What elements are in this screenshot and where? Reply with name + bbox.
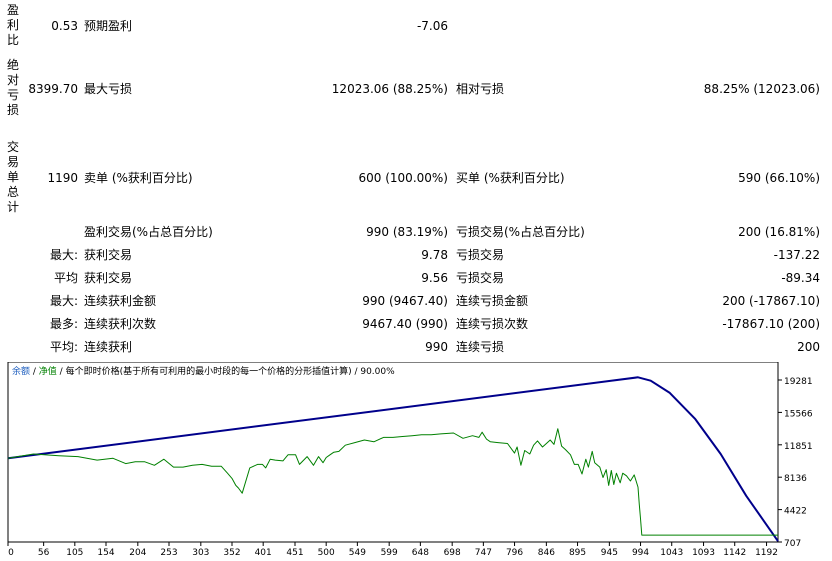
x-tick-label: 1142 <box>723 548 746 558</box>
stats-row: 最多: 连续获利次数 9467.40 (990) 连续亏损次数 -17867.10 (2… <box>0 314 832 334</box>
stats-value-left: 9.78 <box>421 248 448 262</box>
stats-value-right: 200 <box>797 340 820 354</box>
legend-item: 90.00% <box>360 367 395 377</box>
x-tick-label: 105 <box>66 548 83 558</box>
stats-value-right: 88.25% (12023.06) <box>703 82 820 96</box>
stats-value-left: 9.56 <box>421 271 448 285</box>
stats-group-char: 交 <box>6 140 19 154</box>
x-tick-label: 747 <box>475 548 492 558</box>
stats-label-left: 最大亏损 <box>84 82 133 96</box>
x-tick-label: 1192 <box>755 548 778 558</box>
stats-row: 最大: 连续获利金额 990 (9467.40) 连续亏损金额 200 (-17867.… <box>0 291 832 311</box>
x-tick-label: 1093 <box>692 548 715 558</box>
x-tick-label: 994 <box>632 548 649 558</box>
stats-label-left: 预期盈利 <box>84 19 133 33</box>
y-tick-label: 15566 <box>784 409 813 419</box>
y-tick-label: 4422 <box>784 507 807 517</box>
stats-value-left: 12023.06 (88.25%) <box>331 82 448 96</box>
x-tick-label: 500 <box>318 548 335 558</box>
stats-value-right: 590 (66.10%) <box>738 171 820 185</box>
stats-value-left: 9467.40 (990) <box>362 317 448 331</box>
stats-label-right: 买单 (%获利百分比) <box>456 171 565 185</box>
stats-label-right: 相对亏损 <box>456 82 505 96</box>
x-tick-label: 451 <box>286 548 303 558</box>
x-tick-label: 303 <box>192 548 209 558</box>
stats-label-left: 连续获利 <box>84 340 133 354</box>
stats-panel: 盈利比绝对亏损交易单总计 0.53 预期盈利 -7.06 8399.70 最大亏损 1202… <box>0 0 832 362</box>
stats-group-char: 绝 <box>6 58 19 72</box>
stats-label-right: 亏损交易(%占总百分比) <box>456 225 585 239</box>
stats-row-key: 最大: <box>49 294 78 308</box>
stats-row: 0.53 预期盈利 -7.06 <box>0 16 832 36</box>
chart-legend: 余额 / 净值 / 每个即时价格(基于所有可利用的最小时段的每一个价格的分形插值… <box>12 365 395 377</box>
x-tick-label: 895 <box>569 548 586 558</box>
stats-label-left: 连续获利金额 <box>84 294 157 308</box>
stats-row-key: 最多: <box>49 317 78 331</box>
stats-value-right: -89.34 <box>781 271 820 285</box>
stats-row: 1190 卖单 (%获利百分比) 600 (100.00%) 买单 (%获利百分比) 5… <box>0 168 832 188</box>
stats-group-char: 损 <box>6 103 19 117</box>
stats-row-key: 0.53 <box>51 19 78 33</box>
stats-label-left: 卖单 (%获利百分比) <box>84 171 193 185</box>
y-tick-label: 707 <box>784 539 801 549</box>
stats-row-key: 1190 <box>47 171 78 185</box>
stats-label-left: 获利交易 <box>84 271 133 285</box>
stats-label-right: 连续亏损次数 <box>456 317 529 331</box>
legend-separator: / <box>352 367 361 377</box>
legend-item: 余额 <box>12 365 30 377</box>
stats-value-left: 600 (100.00%) <box>358 171 448 185</box>
stats-row-key: 平均 <box>53 271 78 285</box>
x-tick-label: 648 <box>412 548 429 558</box>
y-tick-label: 11851 <box>784 442 813 452</box>
stats-value-left: 990 (9467.40) <box>362 294 448 308</box>
stats-label-right: 连续亏损金额 <box>456 294 529 308</box>
legend-item: 净值 <box>39 365 57 377</box>
x-tick-label: 253 <box>160 548 177 558</box>
x-tick-label: 796 <box>506 548 523 558</box>
stats-value-right: -137.22 <box>773 248 820 262</box>
legend-item: 每个即时价格(基于所有可利用的最小时段的每一个价格的分形插值计算) <box>66 365 352 377</box>
series-line-balance <box>7 376 779 542</box>
stats-value-left: -7.06 <box>416 19 448 33</box>
legend-separator: / <box>57 367 66 377</box>
x-tick-label: 698 <box>444 548 461 558</box>
stats-row: 最大: 获利交易 9.78 亏损交易 -137.22 <box>0 245 832 265</box>
stats-row-key: 平均: <box>49 340 78 354</box>
stats-value-right: -17867.10 (200) <box>722 317 820 331</box>
x-tick-label: 204 <box>129 548 146 558</box>
x-tick-label: 56 <box>38 548 50 558</box>
stats-label-right: 亏损交易 <box>456 248 505 262</box>
y-tick-label: 8136 <box>784 474 807 484</box>
x-tick-label: 599 <box>381 548 398 558</box>
stats-label-left: 获利交易 <box>84 248 133 262</box>
stats-row-key: 8399.70 <box>28 82 78 96</box>
x-tick-label: 401 <box>255 548 272 558</box>
stats-label-left: 盈利交易(%占总百分比) <box>84 225 213 239</box>
x-tick-label: 549 <box>349 548 366 558</box>
x-tick-label: 0 <box>8 548 14 558</box>
stats-value-left: 990 <box>425 340 448 354</box>
series-line-equity <box>7 428 778 536</box>
equity-balance-chart: 余额 / 净值 / 每个即时价格(基于所有可利用的最小时段的每一个价格的分形插值… <box>0 362 832 561</box>
stats-row: 8399.70 最大亏损 12023.06 (88.25%) 相对亏损 88.25% (… <box>0 79 832 99</box>
y-tick-label: 19281 <box>784 377 813 387</box>
stats-group-char: 计 <box>6 200 19 214</box>
stats-row: 平均: 连续获利 990 连续亏损 200 <box>0 337 832 357</box>
stats-row: 盈利交易(%占总百分比) 990 (83.19%) 亏损交易(%占总百分比) 200 … <box>0 222 832 242</box>
stats-row-key: 最大: <box>49 248 78 262</box>
x-tick-label: 154 <box>97 548 114 558</box>
stats-label-left: 连续获利次数 <box>84 317 157 331</box>
x-tick-label: 846 <box>538 548 555 558</box>
stats-row: 平均 获利交易 9.56 亏损交易 -89.34 <box>0 268 832 288</box>
stats-label-right: 亏损交易 <box>456 271 505 285</box>
stats-value-right: 200 (16.81%) <box>738 225 820 239</box>
stats-value-left: 990 (83.19%) <box>366 225 448 239</box>
stats-label-right: 连续亏损 <box>456 340 505 354</box>
x-tick-label: 945 <box>601 548 618 558</box>
x-tick-label: 1043 <box>660 548 683 558</box>
chart-svg: 余额 / 净值 / 每个即时价格(基于所有可利用的最小时段的每一个价格的分形插值… <box>7 362 813 558</box>
legend-separator: / <box>30 367 39 377</box>
stats-value-right: 200 (-17867.10) <box>722 294 820 308</box>
x-tick-label: 352 <box>223 548 240 558</box>
